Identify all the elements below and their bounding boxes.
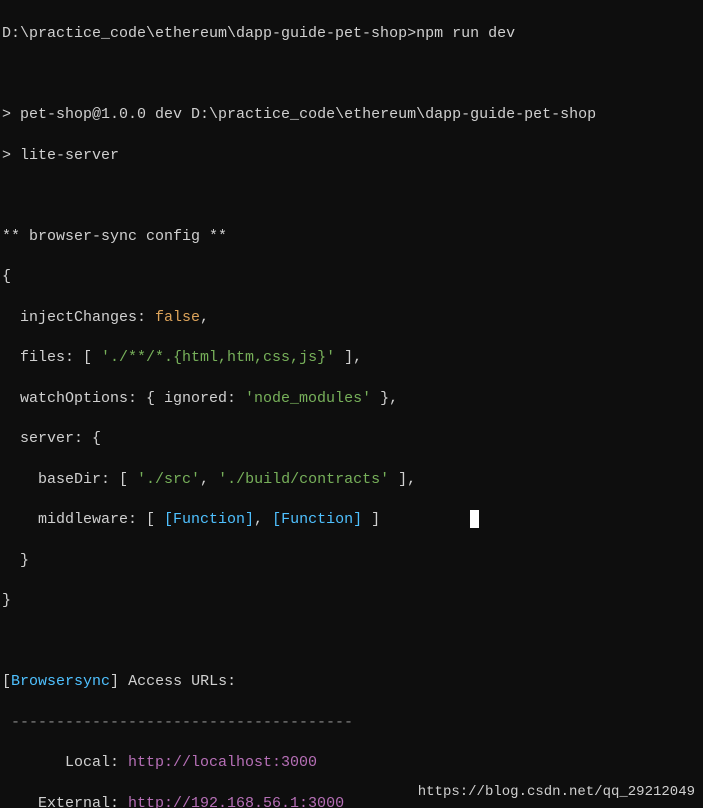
config-open: { [2,267,701,287]
config-header: ** browser-sync config ** [2,227,701,247]
config-server-close: } [2,551,701,571]
config-injectchanges: injectChanges: false, [2,308,701,328]
config-close: } [2,591,701,611]
config-watchoptions: watchOptions: { ignored: 'node_modules' … [2,389,701,409]
bs-access-urls: [Browsersync] Access URLs: [2,672,701,692]
terminal-output: D:\practice_code\ethereum\dapp-guide-pet… [0,0,703,808]
config-server-open: server: { [2,429,701,449]
watermark-text: https://blog.csdn.net/qq_29212049 [418,783,695,802]
npm-line-2: > lite-server [2,146,701,166]
cursor-icon [470,510,479,528]
config-basedir: baseDir: [ './src', './build/contracts' … [2,470,701,490]
prompt-command: npm run dev [416,25,515,42]
config-files: files: [ './**/*.{html,htm,css,js}' ], [2,348,701,368]
prompt-path: D:\practice_code\ethereum\dapp-guide-pet… [2,25,416,42]
npm-line-1: > pet-shop@1.0.0 dev D:\practice_code\et… [2,105,701,125]
config-middleware: middleware: [ [Function], [Function] ] [2,510,701,530]
prompt-line: D:\practice_code\ethereum\dapp-guide-pet… [2,24,701,44]
bs-local: Local: http://localhost:3000 [2,753,701,773]
bs-rule: -------------------------------------- [2,713,701,733]
